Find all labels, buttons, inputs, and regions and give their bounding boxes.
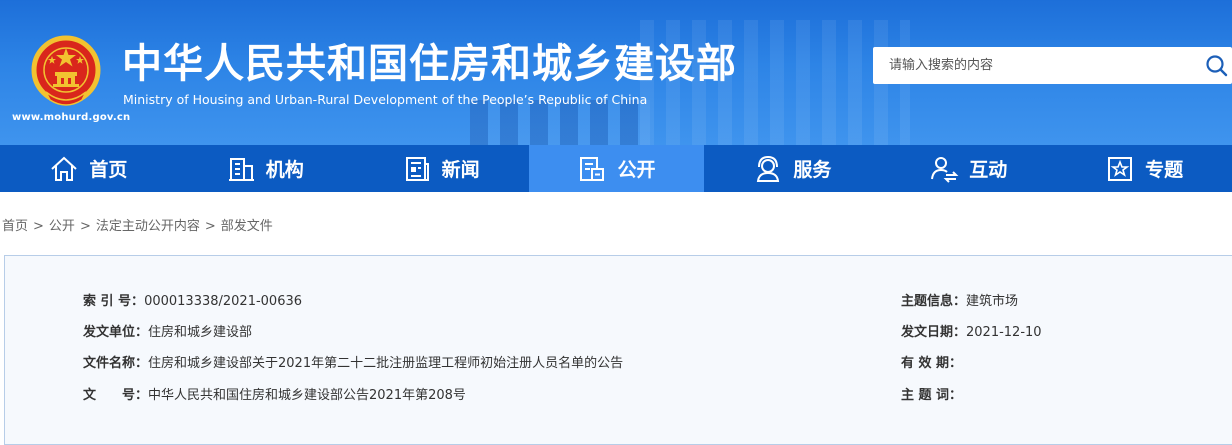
- info-row-keywords: 主 题 词：: [901, 384, 962, 403]
- home-icon: [51, 156, 78, 181]
- newspaper-icon: [405, 156, 429, 181]
- nav-label-organization: 机构: [265, 159, 304, 181]
- star-icon: [1108, 156, 1133, 181]
- site-header: www.mohurd.gov.cn 中华人民共和国住房和城乡建设部 Minist…: [0, 0, 1232, 145]
- breadcrumb: 首页 > 公开 > 法定主动公开内容 > 部发文件: [2, 215, 273, 234]
- building-icon: [228, 157, 254, 181]
- info-row-docno: 文 号：中华人民共和国住房和城乡建设部公告2021年第208号: [83, 384, 466, 403]
- docno-label: 文 号：: [83, 388, 149, 403]
- info-row-issuer: 发文单位：住房和城乡建设部: [83, 321, 252, 340]
- date-value: 2021-12-10: [966, 325, 1042, 340]
- index-value: 000013338/2021-00636: [144, 294, 303, 309]
- date-label: 发文日期：: [901, 325, 967, 340]
- nav-item-topics[interactable]: 专题: [1056, 145, 1232, 192]
- validity-label: 有 效 期：: [901, 356, 963, 371]
- interaction-icon: [931, 156, 959, 183]
- info-row-topic: 主题信息：建筑市场: [901, 290, 1018, 309]
- service-icon: [757, 155, 780, 182]
- topic-value: 建筑市场: [966, 294, 1019, 309]
- nav-label-home: 首页: [89, 159, 128, 181]
- breadcrumb-home[interactable]: 首页: [2, 219, 28, 234]
- main-nav: 首页 机构 新闻 公开 服务 互动 专题: [0, 145, 1232, 192]
- issuer-label: 发文单位：: [83, 325, 149, 340]
- nav-item-home[interactable]: 首页: [0, 145, 177, 192]
- nav-label-service: 服务: [793, 159, 832, 181]
- document-icon: [580, 156, 605, 181]
- info-row-index: 索 引 号：000013338/2021-00636: [83, 290, 302, 309]
- nav-label-public: 公开: [617, 159, 656, 181]
- index-label: 索 引 号：: [83, 294, 145, 309]
- site-domain: www.mohurd.gov.cn: [12, 112, 131, 123]
- breadcrumb-separator: >: [79, 219, 91, 234]
- docno-value: 中华人民共和国住房和城乡建设部公告2021年第208号: [148, 388, 466, 403]
- nav-label-interaction: 互动: [969, 159, 1008, 181]
- search-icon[interactable]: [1204, 53, 1230, 79]
- search-box: [873, 47, 1232, 84]
- info-row-date: 发文日期：2021-12-10: [901, 321, 1042, 340]
- topic-label: 主题信息：: [901, 294, 967, 309]
- filename-value: 住房和城乡建设部关于2021年第二十二批注册监理工程师初始注册人员名单的公告: [148, 356, 624, 371]
- keywords-label: 主 题 词：: [901, 388, 963, 403]
- info-row-filename: 文件名称：住房和城乡建设部关于2021年第二十二批注册监理工程师初始注册人员名单…: [83, 352, 623, 371]
- national-emblem-icon: [31, 35, 101, 106]
- issuer-value: 住房和城乡建设部: [148, 325, 253, 340]
- nav-item-news[interactable]: 新闻: [353, 145, 529, 192]
- site-title: 中华人民共和国住房和城乡建设部: [122, 41, 737, 87]
- breadcrumb-statutory-content[interactable]: 法定主动公开内容: [96, 219, 200, 234]
- nav-label-news: 新闻: [441, 159, 480, 181]
- breadcrumb-ministry-documents[interactable]: 部发文件: [221, 219, 273, 234]
- breadcrumb-public[interactable]: 公开: [49, 219, 75, 234]
- document-info-panel: 索 引 号：000013338/2021-00636 主题信息：建筑市场 发文单…: [4, 255, 1232, 445]
- nav-item-organization[interactable]: 机构: [177, 145, 353, 192]
- nav-label-topics: 专题: [1145, 159, 1184, 181]
- breadcrumb-separator: >: [33, 219, 44, 234]
- nav-item-service[interactable]: 服务: [704, 145, 880, 192]
- search-input[interactable]: [889, 55, 1189, 75]
- filename-label: 文件名称：: [83, 356, 149, 371]
- breadcrumb-separator: >: [204, 219, 216, 234]
- info-row-validity: 有 效 期：: [901, 352, 962, 371]
- nav-item-interaction[interactable]: 互动: [880, 145, 1056, 192]
- site-subtitle: Ministry of Housing and Urban-Rural Deve…: [123, 92, 648, 107]
- nav-item-public[interactable]: 公开: [528, 145, 705, 192]
